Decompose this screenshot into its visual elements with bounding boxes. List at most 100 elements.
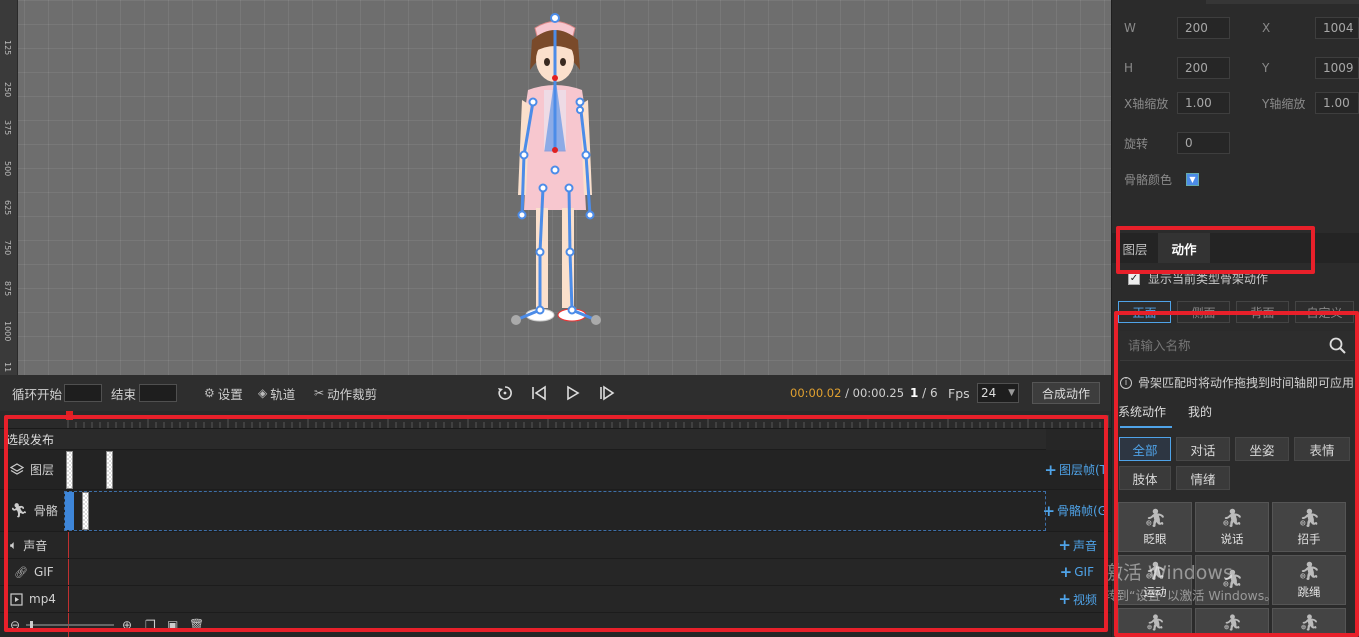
bone-color-swatch[interactable]: ▼	[1186, 173, 1199, 186]
replay-button[interactable]	[494, 382, 516, 404]
layers-icon	[10, 462, 24, 475]
source-tabs: 系统动作 我的	[1118, 403, 1212, 420]
x-scale-row: X轴缩放 1.00	[1124, 92, 1230, 114]
y-input[interactable]: 1009	[1315, 57, 1359, 79]
trash-icon[interactable]: 🗑︎	[189, 618, 204, 632]
step-back-icon	[532, 385, 546, 401]
tab-my-actions[interactable]: 我的	[1188, 403, 1212, 420]
copy-icon[interactable]: ❐	[145, 618, 156, 632]
segment-publish-label[interactable]: 选段发布	[0, 431, 54, 448]
source-tab-indicator	[1120, 426, 1172, 428]
replay-icon	[498, 386, 512, 400]
tab-actions[interactable]: 动作	[1158, 233, 1210, 263]
frame-readout: 1 / 6	[910, 386, 938, 400]
category-all-button[interactable]: 全部	[1119, 437, 1171, 461]
prev-frame-button[interactable]	[528, 382, 550, 404]
add-video-label: 视频	[1072, 592, 1097, 607]
zoom-out-icon[interactable]: ⊖	[10, 618, 20, 632]
tracks-button[interactable]: ◈ 轨道	[258, 384, 295, 403]
add-skeleton-frame-button[interactable]: + 骨骼帧(G	[1042, 502, 1107, 520]
layer-keyframe[interactable]	[66, 451, 73, 489]
direction-front-button[interactable]: 正面	[1118, 301, 1171, 323]
mp4-track[interactable]: mp4 + 视频	[0, 586, 1111, 613]
action-search-input[interactable]	[1128, 338, 1308, 353]
action-card[interactable]: ⛹︎ 眨眼	[1118, 502, 1192, 552]
sound-track-text: 声音	[23, 538, 48, 553]
playhead-marker[interactable]	[66, 411, 73, 420]
compose-action-button[interactable]: 合成动作	[1032, 382, 1100, 404]
zoom-slider-handle[interactable]	[30, 621, 33, 631]
ruler-tick: 125	[3, 40, 12, 56]
add-layer-frame-button[interactable]: + 图层帧(T	[1044, 461, 1107, 479]
y-scale-input[interactable]: 1.00	[1315, 92, 1359, 114]
skeleton-track[interactable]: 🏃︎ 骨骼 + 骨骼帧(G	[0, 490, 1111, 532]
action-card[interactable]: ⛹︎ 运动	[1118, 555, 1192, 605]
zoom-in-icon[interactable]: ⊕	[122, 618, 132, 632]
rotate-input[interactable]: 0	[1177, 132, 1230, 154]
loop-start-label: 循环开始	[12, 386, 63, 402]
next-frame-button[interactable]	[596, 382, 618, 404]
search-icon[interactable]	[1329, 337, 1346, 354]
character-figure[interactable]	[500, 10, 610, 330]
settings-button[interactable]: ⚙ 设置	[204, 384, 243, 403]
y-scale-label: Y轴缩放	[1262, 96, 1306, 111]
category-sitting-button[interactable]: 坐姿	[1235, 437, 1289, 461]
add-sound-button[interactable]: + 声音	[1058, 536, 1097, 554]
stage-canvas[interactable]: 125 250 375 500 625 750 875 1000 11	[0, 0, 1111, 375]
skeleton-keyframe-selected[interactable]	[65, 492, 74, 530]
action-crop-button[interactable]: ✂ 动作裁剪	[314, 384, 377, 403]
x-scale-label: X轴缩放	[1124, 96, 1169, 111]
action-card[interactable]: ⛹︎	[1195, 555, 1269, 605]
action-card[interactable]: ⛹︎ 说话	[1195, 502, 1269, 552]
direction-custom-button[interactable]: 自定义	[1295, 301, 1354, 323]
height-input[interactable]: 200	[1177, 57, 1230, 79]
layer-track-text: 图层	[30, 463, 55, 477]
height-row: H 200	[1124, 57, 1230, 79]
action-card[interactable]: ⛹︎	[1195, 608, 1269, 637]
bone-color-row: 骨骼颜色 ▼	[1124, 171, 1199, 188]
fps-select[interactable]: 24 ▼	[977, 383, 1019, 403]
action-card[interactable]: ⛹︎	[1118, 608, 1192, 637]
ruler-tick: 875	[3, 281, 12, 297]
loop-end-input[interactable]	[139, 384, 177, 402]
category-emotion-button[interactable]: 情绪	[1176, 466, 1230, 490]
info-icon: i	[1120, 376, 1132, 389]
paste-icon[interactable]: ▣	[167, 618, 178, 632]
figure-icon: ⛹︎	[1298, 613, 1320, 632]
zoom-slider[interactable]	[26, 624, 114, 626]
tab-system-actions[interactable]: 系统动作	[1118, 403, 1166, 420]
x-input[interactable]: 1004	[1315, 17, 1359, 39]
hint-text: 骨架匹配时将动作拖拽到时间轴即可应用	[1138, 376, 1355, 390]
skeleton-track-label: 🏃︎ 骨骼	[0, 502, 64, 519]
add-video-button[interactable]: + 视频	[1058, 590, 1097, 608]
width-input[interactable]: 200	[1177, 17, 1230, 39]
add-sound-label: 声音	[1072, 538, 1097, 553]
tab-layers[interactable]: 图层	[1112, 233, 1158, 263]
x-scale-input[interactable]: 1.00	[1177, 92, 1230, 114]
action-card-label: 运动	[1143, 584, 1167, 599]
fps-value: 24	[981, 386, 997, 400]
action-card[interactable]: ⛹︎ 招手	[1272, 502, 1346, 552]
direction-side-button[interactable]: 侧面	[1177, 301, 1230, 323]
figure-icon: ⛹︎	[1220, 568, 1244, 590]
action-card[interactable]: ⛹︎	[1272, 608, 1346, 637]
action-search-box[interactable]	[1120, 331, 1354, 361]
gear-icon: ⚙	[204, 386, 215, 400]
action-card[interactable]: ⛹︎ 跳绳	[1272, 555, 1346, 605]
loop-start-input[interactable]	[64, 384, 102, 402]
sound-track[interactable]: 🔈︎ 声音 + 声音	[0, 532, 1111, 559]
gif-track[interactable]: 🔗︎ GIF + GIF	[0, 559, 1111, 586]
add-gif-button[interactable]: + GIF	[1060, 563, 1094, 581]
direction-back-button[interactable]: 背面	[1236, 301, 1289, 323]
y-scale-row: Y轴缩放 1.00	[1262, 92, 1359, 114]
show-current-checkbox[interactable]: ✓	[1128, 272, 1140, 285]
layer-track[interactable]: 图层 + 图层帧(T	[0, 450, 1111, 490]
timeline-ruler[interactable]	[0, 411, 1111, 429]
layer-keyframe[interactable]	[106, 451, 113, 489]
category-expression-button[interactable]: 表情	[1294, 437, 1350, 461]
category-dialog-button[interactable]: 对话	[1176, 437, 1230, 461]
chevron-down-icon: ▼	[1008, 388, 1015, 398]
category-body-button[interactable]: 肢体	[1119, 466, 1171, 490]
skeleton-keyframe[interactable]	[82, 492, 89, 530]
play-button[interactable]	[562, 382, 584, 404]
